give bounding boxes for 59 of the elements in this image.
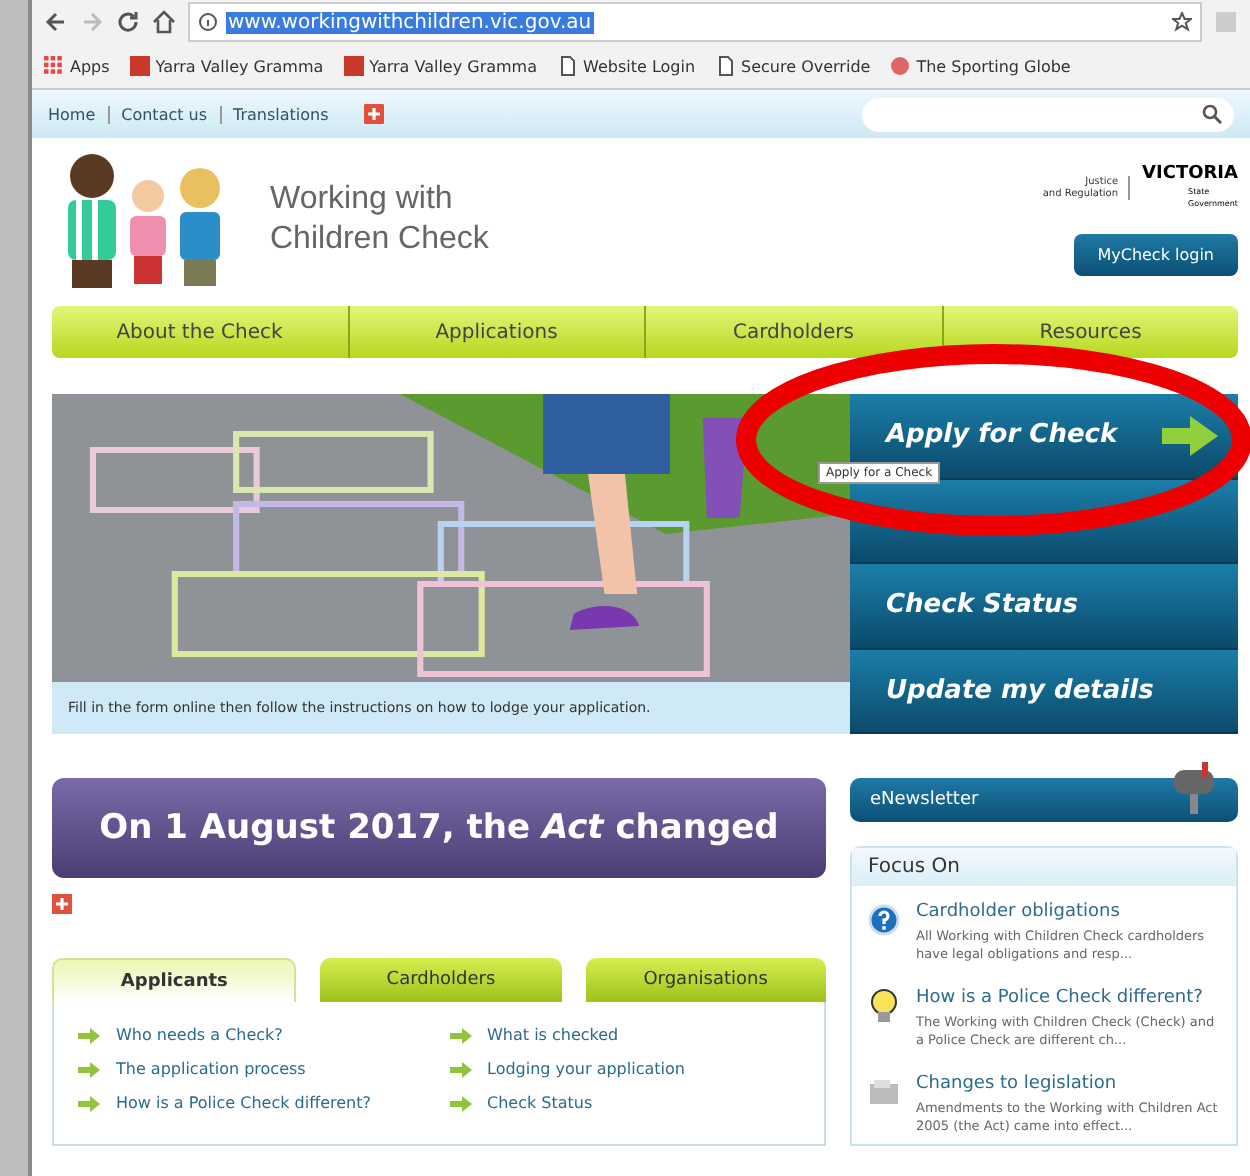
link[interactable]: How is a Police Check different? xyxy=(116,1094,371,1112)
bookmark-link[interactable]: Secure Override xyxy=(741,57,871,75)
bookmark-icon xyxy=(343,56,364,76)
bookmark-link[interactable]: Apps xyxy=(70,57,110,75)
reload-icon[interactable] xyxy=(116,10,140,34)
arrow-icon xyxy=(449,1095,471,1111)
focus-link[interactable]: How is a Police Check different? xyxy=(916,988,1220,1008)
info-icon[interactable] xyxy=(198,12,218,32)
action-button[interactable]: Update my details xyxy=(850,649,1238,734)
site-title[interactable]: Working with Children Check xyxy=(270,180,489,260)
bookmark-link[interactable]: Yarra Valley Gramma xyxy=(155,57,324,75)
logo-name: VICTORIA xyxy=(1142,164,1238,186)
back-icon[interactable] xyxy=(44,10,68,34)
search-icon[interactable] xyxy=(1202,104,1222,124)
newsletter-bar[interactable]: eNewsletter xyxy=(850,778,1238,822)
nav-item[interactable]: About the Check xyxy=(52,306,349,358)
panel-title: Focus On xyxy=(852,848,1236,886)
login-button[interactable]: MyCheck login xyxy=(1073,234,1238,276)
link[interactable]: Who needs a Check? xyxy=(116,1026,283,1044)
document-icon xyxy=(868,1074,900,1110)
add-icon[interactable] xyxy=(52,894,72,914)
page-icon xyxy=(557,56,578,76)
add-icon[interactable] xyxy=(364,104,385,124)
home-icon[interactable] xyxy=(152,10,176,34)
link[interactable]: What is checked xyxy=(487,1026,619,1044)
bookmark-icon xyxy=(129,56,150,76)
link[interactable]: Lodging your application xyxy=(487,1060,685,1078)
top-link[interactable]: Translations xyxy=(219,105,329,123)
link[interactable]: The application process xyxy=(116,1060,306,1078)
focus-link[interactable]: Cardholder obligations xyxy=(916,902,1220,922)
address-bar[interactable]: www.workingwithchildren.vic.gov.au xyxy=(188,2,1202,42)
action-button[interactable]: Check Status xyxy=(850,564,1238,649)
star-icon[interactable] xyxy=(1172,12,1192,32)
bookmark-link[interactable]: Website Login xyxy=(583,57,696,75)
apps-icon xyxy=(44,56,64,76)
arrow-icon xyxy=(449,1061,471,1077)
nav-item[interactable]: Cardholders xyxy=(646,306,943,358)
nav-item[interactable]: Resources xyxy=(943,306,1238,358)
page-icon xyxy=(715,56,736,76)
arrow-icon xyxy=(1162,415,1218,456)
tab[interactable]: Applicants xyxy=(52,958,297,1002)
tab[interactable]: Cardholders xyxy=(320,958,562,1002)
bookmark-link[interactable]: The Sporting Globe xyxy=(916,57,1071,75)
arrow-icon xyxy=(78,1095,100,1111)
arrow-icon xyxy=(78,1027,100,1043)
focus-link[interactable]: Changes to legislation xyxy=(916,1074,1220,1094)
arrow-icon xyxy=(449,1027,471,1043)
lightbulb-icon xyxy=(868,988,900,1024)
globe-icon xyxy=(890,56,911,76)
tab[interactable]: Organisations xyxy=(585,958,826,1002)
link[interactable]: Check Status xyxy=(487,1094,593,1112)
question-icon xyxy=(868,902,900,938)
top-link[interactable]: Home xyxy=(48,105,96,123)
arrow-icon xyxy=(78,1061,100,1077)
search-field[interactable] xyxy=(862,97,1234,131)
announcement-banner[interactable]: On 1 August 2017, the Act changed xyxy=(52,778,826,878)
bookmark-link[interactable]: Yarra Valley Gramma xyxy=(369,57,538,75)
nav-item[interactable]: Applications xyxy=(349,306,646,358)
top-link[interactable]: Contact us xyxy=(107,105,208,123)
